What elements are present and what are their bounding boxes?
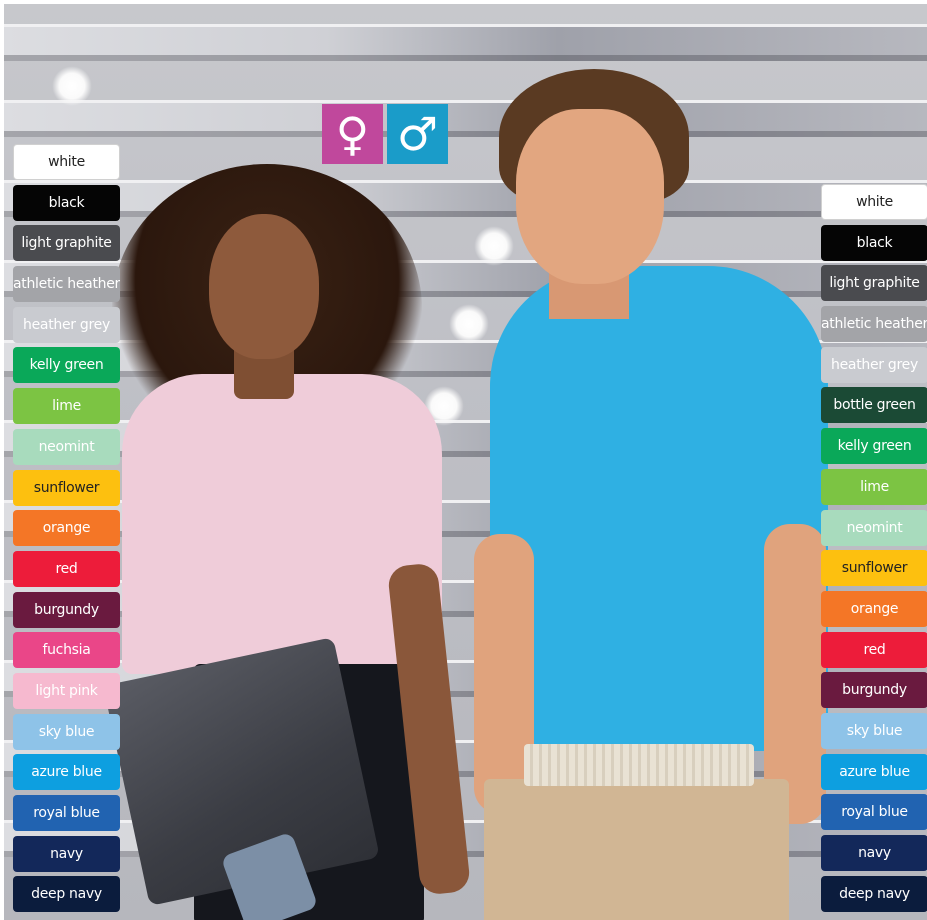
men-swatch-neomint[interactable]: neomint bbox=[821, 509, 927, 546]
women-swatch-fuchsia[interactable]: fuchsia bbox=[13, 632, 120, 669]
stadium-light bbox=[474, 226, 514, 266]
women-swatch-sunflower[interactable]: sunflower bbox=[13, 469, 120, 506]
product-photo bbox=[4, 4, 927, 920]
women-swatch-red[interactable]: red bbox=[13, 550, 120, 587]
men-swatch-deep-navy[interactable]: deep navy bbox=[821, 875, 927, 912]
women-swatch-white[interactable]: white bbox=[13, 144, 120, 180]
stadium-light bbox=[449, 304, 489, 344]
women-swatch-navy[interactable]: navy bbox=[13, 835, 120, 872]
men-swatch-red[interactable]: red bbox=[821, 631, 927, 668]
stadium-step bbox=[4, 100, 927, 137]
women-swatch-athletic-heather[interactable]: athletic heather bbox=[13, 266, 120, 303]
female-glyph: ♀ bbox=[335, 107, 370, 161]
women-swatch-light-graphite[interactable]: light graphite bbox=[13, 225, 120, 262]
woman-face bbox=[209, 214, 319, 359]
women-swatch-orange[interactable]: orange bbox=[13, 510, 120, 547]
women-swatch-light-pink[interactable]: light pink bbox=[13, 672, 120, 709]
man-belt bbox=[524, 744, 754, 786]
men-color-swatches: white black light graphite athletic heather… bbox=[821, 184, 927, 916]
women-swatch-black[interactable]: black bbox=[13, 184, 120, 221]
men-swatch-kelly-green[interactable]: kelly green bbox=[821, 428, 927, 465]
men-swatch-sunflower[interactable]: sunflower bbox=[821, 550, 927, 587]
men-swatch-navy[interactable]: navy bbox=[821, 835, 927, 871]
female-symbol-icon: ♀ bbox=[322, 104, 383, 164]
women-color-swatches: white black light graphite athletic heather… bbox=[13, 144, 120, 917]
men-swatch-sky-blue[interactable]: sky blue bbox=[821, 712, 927, 749]
male-glyph: ♂ bbox=[396, 107, 439, 161]
stadium-light bbox=[52, 66, 92, 106]
women-swatch-heather-grey[interactable]: heather grey bbox=[13, 306, 120, 343]
women-swatch-burgundy[interactable]: burgundy bbox=[13, 591, 120, 628]
men-swatch-light-graphite[interactable]: light graphite bbox=[821, 265, 927, 302]
men-swatch-black[interactable]: black bbox=[821, 224, 927, 261]
women-swatch-lime[interactable]: lime bbox=[13, 388, 120, 425]
men-swatch-lime[interactable]: lime bbox=[821, 468, 927, 505]
men-swatch-azure-blue[interactable]: azure blue bbox=[821, 753, 927, 790]
women-swatch-kelly-green[interactable]: kelly green bbox=[13, 347, 120, 384]
men-swatch-bottle-green[interactable]: bottle green bbox=[821, 387, 927, 424]
man-khaki-pants bbox=[484, 779, 789, 920]
women-swatch-sky-blue[interactable]: sky blue bbox=[13, 713, 120, 750]
stadium-step bbox=[4, 24, 927, 61]
women-swatch-azure-blue[interactable]: azure blue bbox=[13, 754, 120, 791]
women-swatch-neomint[interactable]: neomint bbox=[13, 428, 120, 465]
women-swatch-deep-navy[interactable]: deep navy bbox=[13, 876, 120, 913]
men-swatch-white[interactable]: white bbox=[821, 184, 927, 220]
man-face bbox=[516, 109, 664, 284]
men-swatch-royal-blue[interactable]: royal blue bbox=[821, 794, 927, 831]
stadium-step bbox=[4, 180, 927, 217]
men-swatch-burgundy[interactable]: burgundy bbox=[821, 672, 927, 709]
men-swatch-orange[interactable]: orange bbox=[821, 590, 927, 627]
women-swatch-royal-blue[interactable]: royal blue bbox=[13, 795, 120, 831]
men-swatch-athletic-heather[interactable]: athletic heather bbox=[821, 306, 927, 343]
men-swatch-heather-grey[interactable]: heather grey bbox=[821, 346, 927, 383]
male-symbol-icon: ♂ bbox=[387, 104, 448, 164]
